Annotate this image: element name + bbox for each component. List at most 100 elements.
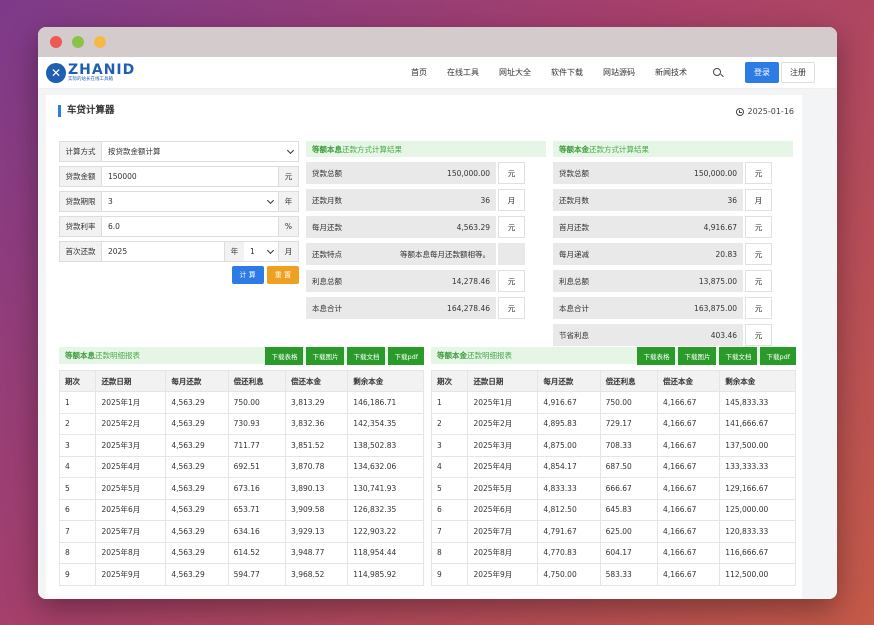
- table-cell: 730.93: [227, 412, 287, 435]
- table-cell: 3,870.78: [285, 455, 349, 478]
- table-cell: 4,750.00: [537, 563, 601, 586]
- table-cell: 4,563.29: [165, 455, 229, 478]
- download-table-button[interactable]: 下载表格: [265, 346, 304, 365]
- nav-home[interactable]: 首页: [401, 67, 437, 78]
- result-label: 本息合计: [312, 303, 342, 313]
- table-cell: 3,909.58: [285, 498, 349, 521]
- rate-input[interactable]: 6.0: [102, 217, 278, 236]
- top-navigation: ✕ ZHANID 实际的站长在线工具箱 首页 在线工具 网址大全 软件下载 网站…: [38, 57, 837, 89]
- result-label: 贷款总额: [559, 168, 589, 178]
- term-select[interactable]: 3: [102, 192, 278, 211]
- download-image-button[interactable]: 下载图片: [678, 346, 717, 365]
- result-unit: 元: [498, 162, 525, 184]
- table-cell: 634.16: [227, 520, 287, 543]
- table-cell: 4,166.67: [657, 412, 721, 435]
- register-button[interactable]: 注册: [781, 62, 815, 83]
- result-value: 403.46: [710, 330, 737, 340]
- table-cell: 645.83: [599, 498, 659, 521]
- table-cell: 4: [430, 455, 469, 478]
- nav-software[interactable]: 软件下载: [541, 67, 593, 78]
- search-icon[interactable]: [711, 66, 725, 80]
- table-row: 1 2025年1月 4,916.67 750.00 4,166.67 145,833.33: [430, 391, 796, 414]
- page-title: 车贷计算器: [58, 105, 794, 117]
- download-table-button[interactable]: 下载表格: [637, 346, 676, 365]
- table-cell: 134,632.06: [347, 455, 424, 478]
- result-unit: [498, 243, 525, 265]
- rate-label: 贷款利率: [60, 217, 102, 236]
- result-label: 贷款总额: [312, 168, 342, 178]
- result-row: 贷款总额 150,000.00 元: [306, 162, 546, 184]
- table-cell: 4,916.67: [537, 391, 601, 414]
- table-row: 8 2025年8月 4,770.83 604.17 4,166.67 116,666.67: [430, 541, 796, 564]
- table-cell: 3,813.29: [285, 391, 349, 414]
- table-cell: 2025年9月: [467, 563, 539, 586]
- download-image-button[interactable]: 下载图片: [306, 346, 345, 365]
- result-unit: 月: [745, 189, 772, 211]
- result-label: 节省利息: [559, 330, 589, 340]
- method-select[interactable]: 按贷款金额计算: [102, 142, 298, 161]
- table-cell: 666.67: [599, 477, 659, 500]
- first-month-select[interactable]: 1: [244, 242, 278, 261]
- table-cell: 653.71: [227, 498, 287, 521]
- chevron-down-icon: [286, 146, 295, 155]
- table-cell: 4,833.33: [537, 477, 601, 500]
- column-header: 偿还利息: [599, 370, 659, 392]
- close-window-button[interactable]: [50, 36, 62, 48]
- result-unit: 月: [498, 189, 525, 211]
- nav-source[interactable]: 网站源码: [593, 67, 645, 78]
- calculate-button[interactable]: 计 算: [231, 266, 264, 284]
- result-label: 利息总额: [312, 276, 342, 286]
- amount-input[interactable]: 150000: [102, 167, 278, 186]
- table-cell: 2025年5月: [467, 477, 539, 500]
- result-value: 4,916.67: [703, 222, 737, 232]
- equal-principal-heading: 等额本金 还款方式计算结果: [553, 141, 793, 157]
- login-button[interactable]: 登录: [745, 62, 779, 83]
- table-cell: 4,563.29: [165, 498, 229, 521]
- result-value: 20.83: [715, 249, 737, 259]
- page-content: 车贷计算器 2025-01-16 计算方式 按贷款金额计算 贷款金额 15000…: [38, 89, 837, 599]
- table-cell: 4,895.83: [537, 412, 601, 435]
- table-cell: 2025年6月: [95, 498, 167, 521]
- table-cell: 7: [430, 520, 469, 543]
- result-row: 还款月数 36 月: [553, 189, 793, 211]
- table-cell: 4,563.29: [165, 391, 229, 414]
- result-row: 本息合计 164,278.46 元: [306, 297, 546, 319]
- first-year-input[interactable]: 2025: [102, 242, 224, 261]
- download-doc-button[interactable]: 下载文档: [719, 346, 758, 365]
- result-label: 还款月数: [312, 195, 342, 205]
- result-row: 每月递减 20.83 元: [553, 243, 793, 265]
- table-cell: 2025年7月: [467, 520, 539, 543]
- minimize-window-button[interactable]: [72, 36, 84, 48]
- column-header: 还款日期: [95, 370, 167, 392]
- logo-wrench-icon: ✕: [46, 62, 66, 83]
- clock-icon: [735, 107, 744, 116]
- table-cell: 4,563.29: [165, 563, 229, 586]
- table-cell: 2025年8月: [467, 541, 539, 564]
- equal-principal-schedule-title: 等额本金还款明细报表: [437, 351, 512, 360]
- table-row: 2 2025年2月 4,895.83 729.17 4,166.67 141,666.67: [430, 412, 796, 435]
- reset-button[interactable]: 重 置: [266, 266, 299, 284]
- nav-sites[interactable]: 网址大全: [489, 67, 541, 78]
- table-row: 6 2025年6月 4,812.50 645.83 4,166.67 125,000.00: [430, 498, 796, 521]
- table-cell: 3,851.52: [285, 434, 349, 457]
- table-cell: 4: [58, 455, 97, 478]
- maximize-window-button[interactable]: [94, 36, 106, 48]
- download-pdf-button[interactable]: 下载pdf: [760, 346, 796, 365]
- download-doc-button[interactable]: 下载文档: [347, 346, 386, 365]
- table-cell: 750.00: [599, 391, 659, 414]
- table-cell: 7: [58, 520, 97, 543]
- download-pdf-button[interactable]: 下载pdf: [388, 346, 424, 365]
- table-cell: 2025年7月: [95, 520, 167, 543]
- result-unit: 元: [745, 270, 772, 292]
- nav-online-tools[interactable]: 在线工具: [437, 67, 489, 78]
- table-cell: 3,948.77: [285, 541, 349, 564]
- nav-news[interactable]: 新闻技术: [645, 67, 697, 78]
- table-cell: 625.00: [599, 520, 659, 543]
- site-logo[interactable]: ✕ ZHANID 实际的站长在线工具箱: [46, 62, 135, 83]
- table-cell: 3,832.36: [285, 412, 349, 435]
- table-row: 2 2025年2月 4,563.29 730.93 3,832.36 142,354.35: [58, 412, 424, 435]
- table-cell: 2: [430, 412, 469, 435]
- column-header: 偿还本金: [285, 370, 349, 392]
- table-cell: 4,166.67: [657, 498, 721, 521]
- loan-form: 计算方式 按贷款金额计算 贷款金额 150000 元 贷款期限 3 年 贷款利率…: [59, 141, 299, 284]
